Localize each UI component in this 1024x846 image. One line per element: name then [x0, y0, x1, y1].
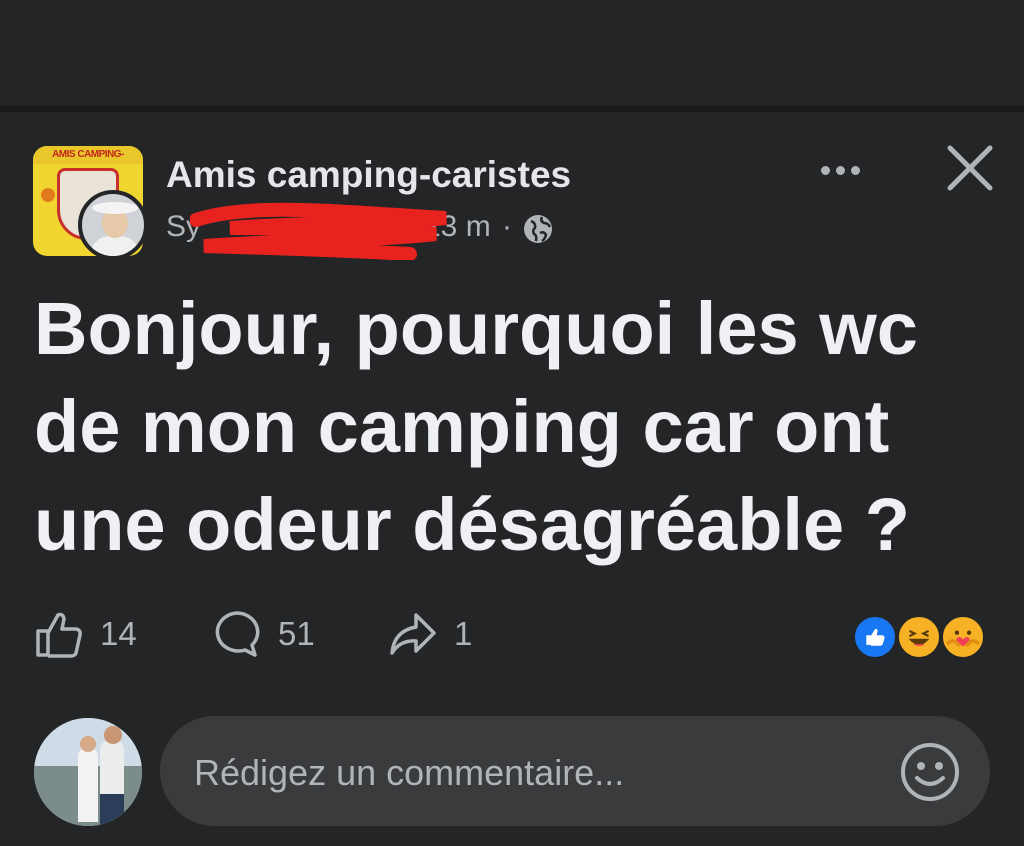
close-icon[interactable] [944, 142, 996, 194]
more-dot [835, 165, 845, 175]
status-area [0, 0, 1024, 108]
action-bar: 14 51 1 [0, 606, 1024, 662]
meta-separator: · [502, 210, 512, 243]
comment-input[interactable]: Rédigez un commentaire... [160, 716, 990, 826]
group-name[interactable]: Amis camping-caristes [166, 154, 571, 196]
globe-icon [524, 215, 552, 243]
comment-button[interactable]: 51 [210, 606, 315, 662]
more-icon[interactable] [808, 152, 872, 188]
like-button[interactable]: 14 [32, 606, 137, 662]
care-reaction-icon [940, 614, 986, 660]
likes-count: 14 [100, 615, 137, 652]
comment-icon [215, 611, 260, 657]
thumbs-up-icon [36, 612, 82, 658]
share-icon [390, 613, 436, 655]
share-button[interactable]: 1 [386, 606, 472, 662]
avatar-head [80, 736, 96, 752]
group-logo-flower [41, 188, 55, 202]
avatar-person [78, 748, 98, 822]
shares-count: 1 [454, 615, 473, 652]
haha-reaction-icon [896, 614, 942, 660]
post-text: Bonjour, pourquoi les wc de mon camping … [34, 287, 918, 566]
like-reaction-icon [852, 614, 898, 660]
avatar-hat [92, 202, 138, 214]
group-logo-text: AMIS CAMPING-CARISTES [33, 146, 143, 178]
comment-placeholder: Rédigez un commentaire... [194, 752, 625, 793]
avatar-body [90, 236, 140, 256]
reaction-summary[interactable] [852, 614, 992, 662]
more-dot [850, 165, 860, 175]
composer-avatar[interactable] [34, 718, 142, 826]
post-card: AMIS CAMPING-CARISTES Amis camping-caris… [0, 112, 1024, 846]
redaction-mark [190, 202, 447, 260]
author-avatar[interactable] [78, 190, 148, 260]
comments-count: 51 [278, 615, 315, 652]
avatar-legs [100, 794, 124, 826]
avatar-head [104, 726, 122, 744]
emoji-icon[interactable] [898, 740, 962, 804]
more-dot [820, 165, 830, 175]
